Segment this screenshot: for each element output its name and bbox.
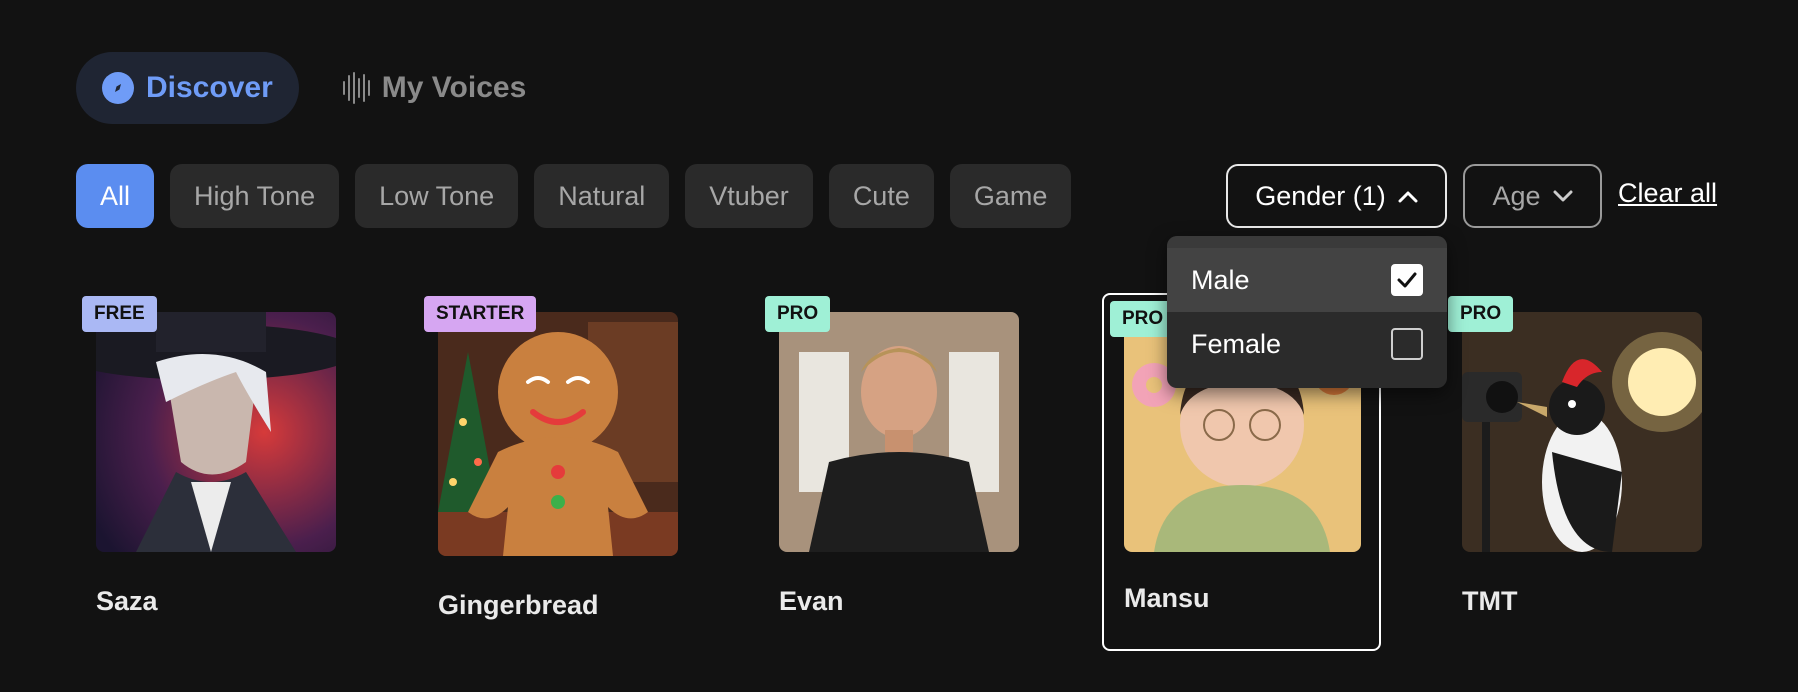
- badge-free: FREE: [82, 296, 157, 332]
- female-checkbox[interactable]: [1391, 328, 1423, 360]
- chip-all[interactable]: All: [76, 164, 155, 228]
- voice-name: Gingerbread: [438, 590, 599, 620]
- voice-name: TMT: [1462, 586, 1518, 616]
- badge-pro: PRO: [1110, 301, 1176, 337]
- chevron-up-icon: [1398, 191, 1418, 203]
- voice-avatar-gingerbread: [438, 312, 678, 556]
- chip-low-tone[interactable]: Low Tone: [355, 164, 519, 228]
- chip-game[interactable]: Game: [949, 164, 1072, 228]
- gender-option-male[interactable]: Male: [1167, 248, 1447, 312]
- waveform-icon: [342, 72, 370, 104]
- gender-dropdown: Male Female: [1167, 236, 1447, 388]
- voice-name: Evan: [779, 586, 844, 616]
- male-checkbox[interactable]: [1391, 264, 1423, 296]
- gender-option-label: Male: [1191, 264, 1250, 295]
- voice-name: Mansu: [1124, 583, 1210, 613]
- tab-my-voices[interactable]: My Voices: [342, 52, 527, 124]
- badge-starter: STARTER: [424, 296, 537, 332]
- voice-name: Saza: [96, 586, 158, 616]
- clear-all-link[interactable]: Clear all: [1618, 178, 1717, 209]
- check-icon: [1397, 272, 1417, 288]
- tab-my-voices-label: My Voices: [381, 71, 527, 104]
- age-filter-button[interactable]: Age: [1463, 164, 1602, 228]
- chip-cute[interactable]: Cute: [828, 164, 934, 228]
- compass-icon: [102, 72, 134, 104]
- badge-pro: PRO: [765, 296, 831, 332]
- voice-card-gingerbread[interactable]: STARTER Gingerbread: [424, 296, 684, 636]
- tab-discover[interactable]: Discover: [76, 52, 299, 124]
- chip-natural[interactable]: Natural: [534, 164, 670, 228]
- top-tabs: Discover My Voices: [76, 52, 526, 124]
- voice-avatar-saza: [96, 312, 336, 552]
- chevron-down-icon: [1553, 190, 1573, 202]
- tab-discover-label: Discover: [146, 71, 273, 104]
- voice-avatar-tmt: [1462, 312, 1702, 552]
- chip-high-tone[interactable]: High Tone: [170, 164, 340, 228]
- badge-pro: PRO: [1448, 296, 1514, 332]
- voice-card-saza[interactable]: FREE Saza: [82, 296, 342, 626]
- dropdown-top-strip: [1167, 236, 1447, 248]
- gender-filter-button[interactable]: Gender (1): [1226, 164, 1447, 228]
- gender-filter-label: Gender (1): [1255, 180, 1386, 211]
- voice-avatar-evan: [779, 312, 1019, 552]
- gender-option-female[interactable]: Female: [1167, 312, 1447, 376]
- category-chips: All High Tone Low Tone Natural Vtuber Cu…: [76, 164, 1072, 228]
- age-filter-label: Age: [1492, 180, 1541, 211]
- chip-vtuber[interactable]: Vtuber: [685, 164, 813, 228]
- voice-card-tmt[interactable]: PRO TMT: [1448, 296, 1708, 626]
- gender-option-label: Female: [1191, 328, 1282, 359]
- voice-card-evan[interactable]: PRO Evan: [765, 296, 1025, 626]
